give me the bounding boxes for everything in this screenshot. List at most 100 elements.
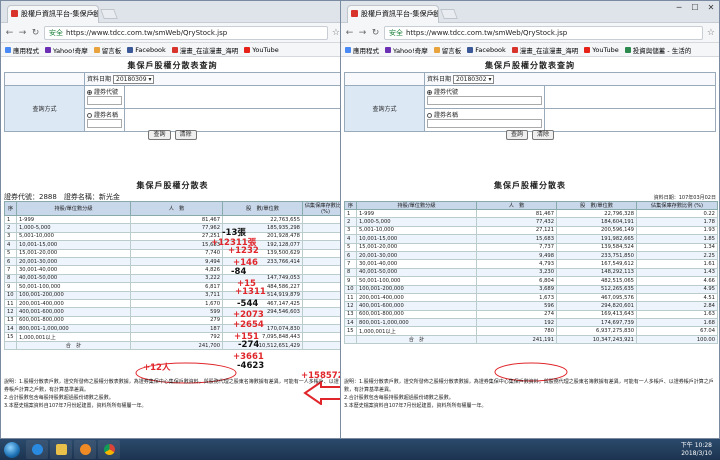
table-row: 14 800,001-1,000,000 187 170,074,830 (4, 324, 344, 334)
query-title: 集保戶股權分散表查詢 (127, 61, 218, 70)
pct-cell (302, 248, 344, 258)
taskbar-ie[interactable] (26, 440, 48, 459)
level-cell: 800,001-1,000,000 (16, 324, 131, 334)
level-cell: 600,001-800,000 (356, 309, 477, 320)
level-cell: 200,001-400,000 (16, 298, 131, 309)
row-index: 15 (344, 326, 357, 336)
folder-icon (55, 444, 67, 455)
people-cell: 279 (130, 315, 223, 326)
total-label: 合 計 (16, 340, 131, 351)
level-cell: 30,001-40,000 (16, 265, 131, 275)
close-tab-icon[interactable]: ✕ (89, 6, 95, 22)
date-select[interactable]: 20180309 ▾ (113, 75, 155, 84)
back-icon[interactable]: ← (5, 28, 14, 38)
table-row: 5 15,001-20,000 7,740 139,500,629 (4, 248, 344, 258)
people-cell: 77,962 (130, 223, 223, 233)
clear-button[interactable]: 清除 (532, 130, 555, 140)
name-input[interactable] (427, 119, 542, 128)
code-radio[interactable] (87, 90, 92, 95)
bookmark-youtube[interactable]: YouTube (244, 46, 279, 54)
bookmark-apps[interactable]: 應用程式 (345, 45, 379, 55)
taskbar-explorer[interactable] (50, 440, 72, 459)
level-cell: 50,001-100,000 (16, 282, 131, 292)
taskbar-media[interactable] (74, 440, 96, 459)
forward-icon[interactable]: → (18, 28, 27, 38)
table-row: 1 1-999 81,467 22,796,328 0.22 (344, 208, 718, 219)
pct-cell: 1.34 (636, 242, 718, 252)
system-tray-clock[interactable]: 下午 10:28 2018/3/10 (681, 442, 720, 458)
pct-cell (302, 231, 344, 242)
bookmark-facebook[interactable]: Facebook (127, 46, 166, 54)
code-input[interactable] (427, 96, 542, 105)
bookmark-facebook[interactable]: Facebook (467, 46, 506, 54)
shares-cell: 467,095,576 (556, 292, 637, 303)
new-tab-button[interactable] (440, 9, 458, 19)
annotation-delta: +1311 (235, 287, 266, 297)
bookmark-star-icon[interactable]: ☆ (332, 28, 340, 38)
table-row: 6 20,001-30,000 9,498 233,751,850 2.25 (344, 250, 718, 261)
bookmark-manga[interactable]: 漫畫_在這漫畫_海明 (171, 45, 238, 55)
name-input[interactable] (87, 119, 122, 128)
row-index: 7 (344, 259, 357, 269)
clear-button[interactable]: 清除 (174, 130, 197, 140)
bookmark-board[interactable]: 留言板 (433, 45, 461, 55)
url-field[interactable]: 安全 https://www.tdcc.com.tw/smWeb/QryStock… (384, 25, 703, 40)
search-button[interactable]: 查詢 (148, 130, 171, 140)
code-input[interactable] (87, 96, 122, 105)
yahoo-icon (385, 46, 391, 53)
bookmark-yahoo[interactable]: Yahoo!奇摩 (385, 45, 428, 55)
level-cell: 1,000-5,000 (16, 223, 131, 233)
bookmark-manga[interactable]: 漫畫_在這漫畫_海明 (511, 45, 578, 55)
reload-icon[interactable]: ↻ (371, 28, 380, 38)
taskbar-chrome[interactable] (98, 440, 120, 459)
maximize-icon[interactable]: ☐ (689, 3, 701, 12)
annotation-delta: -4623 (237, 361, 265, 371)
bookmark-invest[interactable]: 投資與儲蓄 - 生活的 (624, 45, 691, 55)
people-cell: 1,670 (130, 298, 223, 309)
table-row: 9 50,001-100,000 6,817 484,586,227 (4, 282, 344, 292)
date-select[interactable]: 20180302 ▾ (453, 75, 495, 84)
close-tab-icon[interactable]: ✕ (429, 6, 435, 22)
level-cell: 30,001-40,000 (356, 259, 477, 269)
reload-icon[interactable]: ↻ (31, 28, 40, 38)
row-index: 5 (4, 248, 17, 258)
site-icon (351, 10, 358, 17)
url-field[interactable]: 安全 https://www.tdcc.com.tw/smWeb/QryStock… (44, 25, 328, 40)
level-cell: 15,001-20,000 (16, 248, 131, 258)
bookmark-star-icon[interactable]: ☆ (707, 28, 715, 38)
row-index: 13 (4, 315, 17, 326)
row-index: 10 (344, 284, 357, 294)
new-tab-button[interactable] (100, 9, 118, 19)
level-cell: 400,001-600,000 (356, 301, 477, 311)
people-cell: 9,498 (476, 250, 557, 261)
bookmark-board[interactable]: 留言板 (93, 45, 121, 55)
name-radio[interactable] (427, 113, 432, 118)
row-index (344, 334, 357, 345)
start-button[interactable] (0, 439, 24, 460)
code-radio[interactable] (427, 90, 432, 95)
level-cell: 1,000,001以上 (16, 332, 131, 342)
ie-icon (31, 444, 43, 455)
bookmark-yahoo[interactable]: Yahoo!奇摩 (45, 45, 88, 55)
people-cell: 9,494 (130, 256, 223, 267)
name-radio[interactable] (87, 113, 92, 118)
back-icon[interactable]: ← (345, 28, 354, 38)
forward-icon[interactable]: → (358, 28, 367, 38)
shares-cell: 294,820,601 (556, 301, 637, 311)
pct-cell (302, 315, 344, 326)
shares-cell: 139,584,524 (556, 242, 637, 252)
table-total-row: 合 計 241,191 10,347,243,921 100.00 (344, 334, 718, 345)
close-window-icon[interactable]: ✕ (705, 3, 717, 12)
minimize-icon[interactable]: ─ (673, 3, 685, 12)
bookmark-youtube[interactable]: YouTube (584, 46, 619, 54)
search-button[interactable]: 查詢 (505, 130, 528, 140)
bookmark-apps[interactable]: 應用程式 (5, 45, 39, 55)
table-row: 3 5,001-10,000 27,121 200,596,149 1.93 (344, 225, 718, 236)
browser-tab[interactable]: 股權戶資訊平台-集保戶股 ✕ (347, 5, 439, 23)
secure-label: 安全 (389, 28, 403, 37)
browser-tab[interactable]: 股權戶資訊平台-集保戶股 ✕ (7, 5, 99, 23)
people-cell: 6,804 (476, 276, 557, 286)
pct-cell: 4.51 (636, 292, 718, 303)
distribution-table: 序持股/單位數分級人 數股 數/單位數 佔集保庫存數比例 (%) 1 1-999 81… (344, 201, 718, 345)
level-cell: 50,001-100,000 (356, 276, 477, 286)
